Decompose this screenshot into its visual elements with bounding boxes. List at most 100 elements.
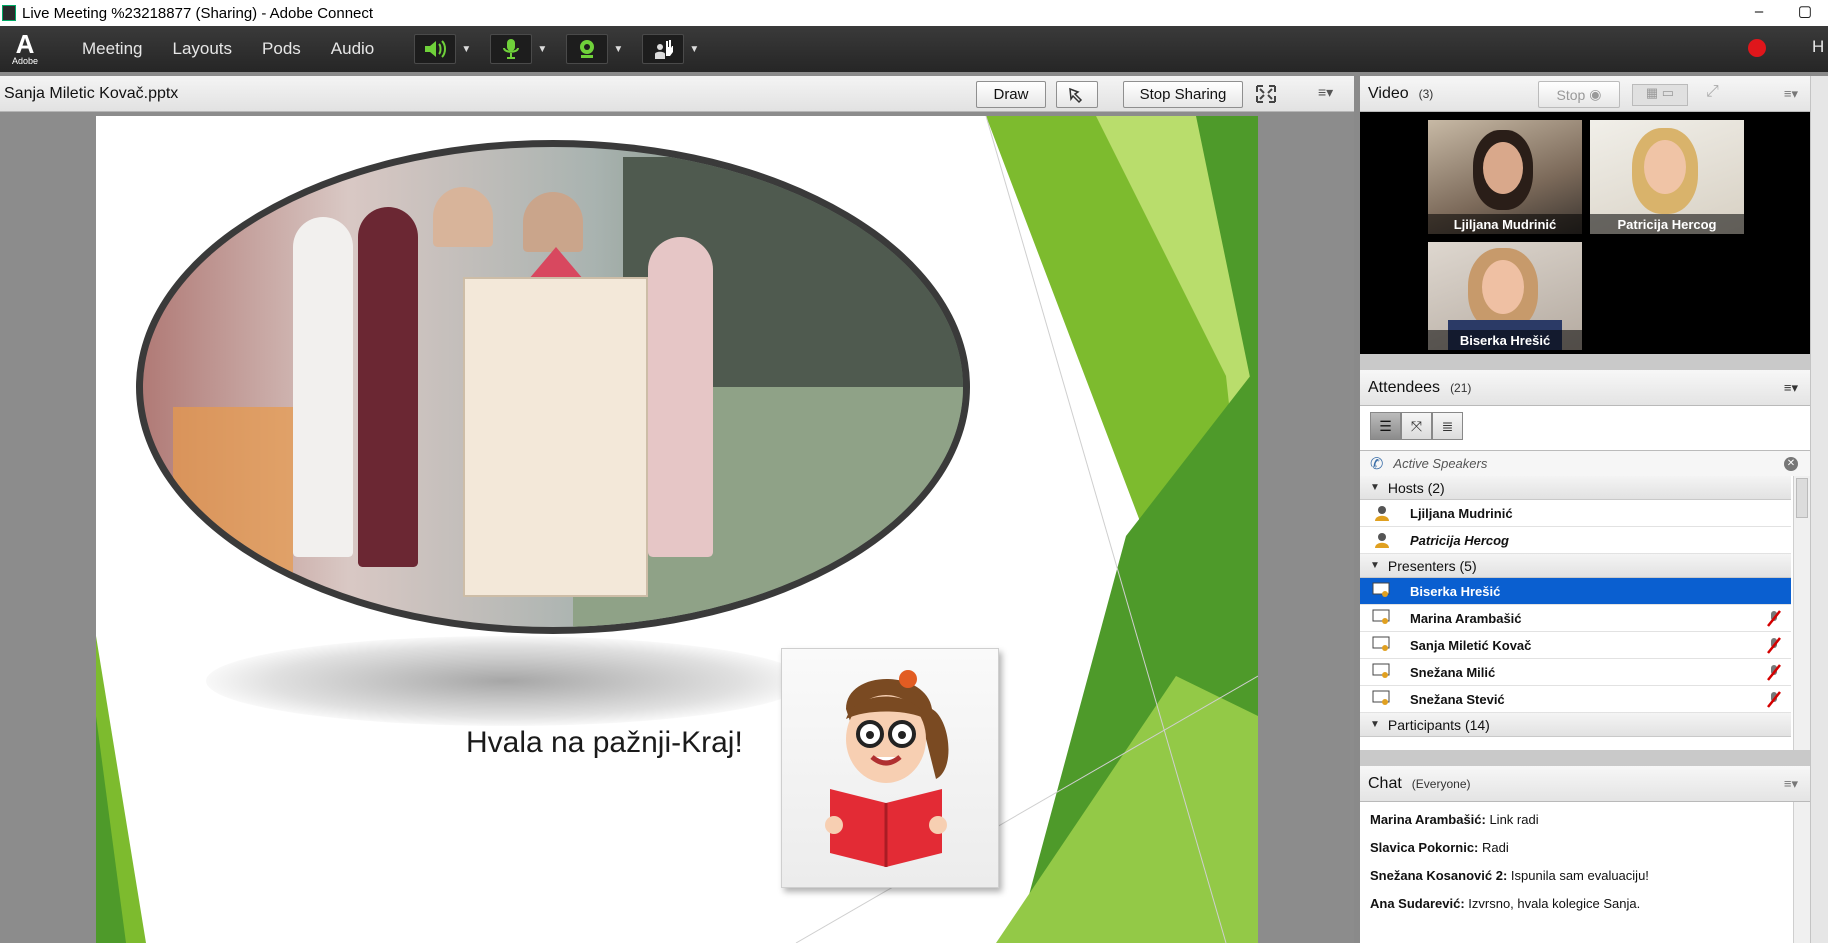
video-tile[interactable]: Ljiljana Mudrinić	[1428, 120, 1582, 234]
attendees-pod-menu-icon[interactable]: ≡▾	[1784, 380, 1798, 396]
share-pod-header: Sanja Miletic Kovač.pptx Draw Stop Shari…	[0, 76, 1354, 112]
menu-meeting[interactable]: Meeting	[82, 39, 142, 59]
chat-message: Marina Arambašić: Link radi	[1370, 812, 1539, 827]
menu-layouts[interactable]: Layouts	[172, 39, 232, 59]
share-pod: Sanja Miletic Kovač.pptx Draw Stop Shari…	[0, 76, 1354, 943]
video-pod-count: (3)	[1418, 86, 1434, 101]
status-view-icon[interactable]: ≣	[1432, 412, 1463, 440]
speaker-icon	[425, 40, 447, 58]
window-title: Live Meeting %23218877 (Sharing) - Adobe…	[22, 4, 374, 22]
video-pod-title: Video	[1368, 84, 1409, 102]
window-titlebar: Live Meeting %23218877 (Sharing) - Adobe…	[0, 0, 1828, 26]
attendees-pod-count: (21)	[1450, 380, 1472, 395]
phone-icon: ✆	[1370, 455, 1384, 473]
restore-button[interactable]: ▢	[1782, 0, 1828, 26]
presentation-slide: Hvala na pažnji-Kraj!	[96, 116, 1258, 943]
video-fullscreen-icon[interactable]: ⤢	[1706, 83, 1719, 101]
breakout-view-icon[interactable]: ⤧	[1401, 412, 1432, 440]
video-tile[interactable]: Biserka Hrešić	[1428, 242, 1582, 350]
webcam-toggle-button[interactable]	[566, 34, 609, 64]
pointer-tool-button[interactable]	[1056, 81, 1098, 108]
webcam-dropdown-icon[interactable]: ▼	[608, 34, 628, 64]
mic-muted-icon	[1767, 610, 1781, 627]
share-pod-menu-icon[interactable]: ≡▾	[1318, 84, 1333, 101]
group-hosts[interactable]: ▼ Hosts (2)	[1360, 476, 1791, 500]
webcam-small-icon: ◉	[1589, 86, 1602, 102]
shared-file-name: Sanja Miletic Kovač.pptx	[4, 84, 179, 102]
collapse-triangle-icon: ▼	[1370, 719, 1380, 730]
slide-closing-text: Hvala na pažnji-Kraj!	[466, 726, 743, 759]
stop-sharing-button[interactable]: Stop Sharing	[1123, 81, 1243, 108]
group-participants[interactable]: ▼ Participants (14)	[1360, 713, 1791, 737]
active-speakers-label: Active Speakers	[1393, 456, 1488, 471]
video-tile-name: Patricija Hercog	[1590, 214, 1744, 234]
attendee-row[interactable]: Snežana Milić	[1360, 659, 1791, 686]
video-pod-header: Video (3) Stop ◉ ▦ ▭ ⤢ ≡▾	[1360, 76, 1810, 112]
chat-messages: Marina Arambašić: Link radi Slavica Poko…	[1360, 802, 1810, 943]
list-view-icon[interactable]: ☰	[1370, 412, 1401, 440]
attendees-pod-title: Attendees	[1368, 378, 1441, 396]
attendee-row[interactable]: Patricija Hercog	[1360, 527, 1791, 554]
attendees-pod-header: Attendees (21) ≡▾	[1360, 370, 1810, 406]
minimize-button[interactable]: –	[1736, 0, 1782, 26]
group-presenters[interactable]: ▼ Presenters (5)	[1360, 554, 1791, 578]
mic-muted-icon	[1767, 664, 1781, 681]
attendee-row[interactable]: Ljiljana Mudrinić	[1360, 500, 1791, 527]
speaker-dropdown-icon[interactable]: ▼	[456, 34, 476, 64]
pointer-icon	[1069, 87, 1083, 103]
class-photo-image	[136, 140, 970, 634]
collapse-triangle-icon: ▼	[1370, 482, 1380, 493]
video-stop-button[interactable]: Stop ◉	[1538, 81, 1620, 108]
attendee-name: Snežana Milić	[1410, 664, 1496, 680]
menu-help[interactable]: H	[1812, 37, 1824, 57]
window-right-edge	[1810, 76, 1828, 943]
presenter-icon	[1372, 636, 1392, 654]
video-feed-area: Ljiljana Mudrinić Patricija Hercog Biser…	[1360, 112, 1810, 354]
host-icon	[1372, 531, 1392, 549]
attendee-name: Marina Arambašić	[1410, 610, 1522, 626]
adobe-connect-app-icon	[2, 5, 16, 21]
speaker-toggle-button[interactable]	[414, 34, 457, 64]
chat-pod-header: Chat (Everyone) ≡▾	[1360, 766, 1810, 802]
close-active-speakers-icon[interactable]: ✕	[1784, 457, 1798, 471]
attendee-row[interactable]: Marina Arambašić	[1360, 605, 1791, 632]
microphone-toggle-button[interactable]	[490, 34, 533, 64]
video-tile[interactable]: Patricija Hercog	[1590, 120, 1744, 234]
video-tile-name: Biserka Hrešić	[1428, 330, 1582, 350]
draw-button[interactable]: Draw	[976, 81, 1046, 108]
microphone-dropdown-icon[interactable]: ▼	[532, 34, 552, 64]
attendee-name: Patricija Hercog	[1410, 532, 1509, 548]
grid-layout-icon[interactable]: ▦ ▭	[1632, 84, 1688, 106]
collapse-triangle-icon: ▼	[1370, 560, 1380, 571]
attendees-pod-body: ☰ ⤧ ≣ ✆ Active Speakers ✕ ▼ Hosts (2) Lj…	[1360, 406, 1810, 750]
presenter-icon	[1372, 690, 1392, 708]
mic-muted-icon	[1767, 637, 1781, 654]
attendee-scrollbar[interactable]	[1793, 476, 1810, 750]
attendee-row[interactable]: Snežana Stević	[1360, 686, 1791, 713]
presenter-icon	[1372, 663, 1392, 681]
presenter-icon	[1372, 582, 1392, 600]
chat-scrollbar[interactable]	[1793, 802, 1810, 943]
chat-pod-scope: (Everyone)	[1411, 776, 1471, 791]
chat-pod-menu-icon[interactable]: ≡▾	[1784, 776, 1798, 792]
webcam-icon	[580, 40, 595, 58]
menu-audio[interactable]: Audio	[331, 39, 374, 59]
chat-message: Snežana Kosanović 2: Ispunila sam evalua…	[1370, 868, 1649, 883]
attendee-list: ▼ Hosts (2) Ljiljana Mudrinić Patricija …	[1360, 476, 1791, 737]
recording-indicator-icon[interactable]	[1748, 39, 1766, 57]
raise-hand-button[interactable]	[642, 34, 685, 64]
attendee-row-selected[interactable]: Biserka Hrešić	[1360, 578, 1791, 605]
attendee-name: Sanja Miletić Kovač	[1410, 637, 1532, 653]
active-speakers-bar: ✆ Active Speakers ✕	[1360, 450, 1810, 476]
fullscreen-icon[interactable]	[1255, 84, 1277, 109]
menu-pods[interactable]: Pods	[262, 39, 301, 59]
video-tile-name: Ljiljana Mudrinić	[1428, 214, 1582, 234]
reading-girl-cartoon-image	[781, 648, 999, 888]
attendee-name: Biserka Hrešić	[1410, 583, 1501, 599]
raise-hand-dropdown-icon[interactable]: ▼	[684, 34, 704, 64]
video-pod-menu-icon[interactable]: ≡▾	[1784, 86, 1798, 102]
chat-message: Slavica Pokornic: Radi	[1370, 840, 1509, 855]
slide-shadow-shape	[206, 636, 806, 726]
chat-pod-title: Chat	[1368, 774, 1402, 792]
attendee-row[interactable]: Sanja Miletić Kovač	[1360, 632, 1791, 659]
